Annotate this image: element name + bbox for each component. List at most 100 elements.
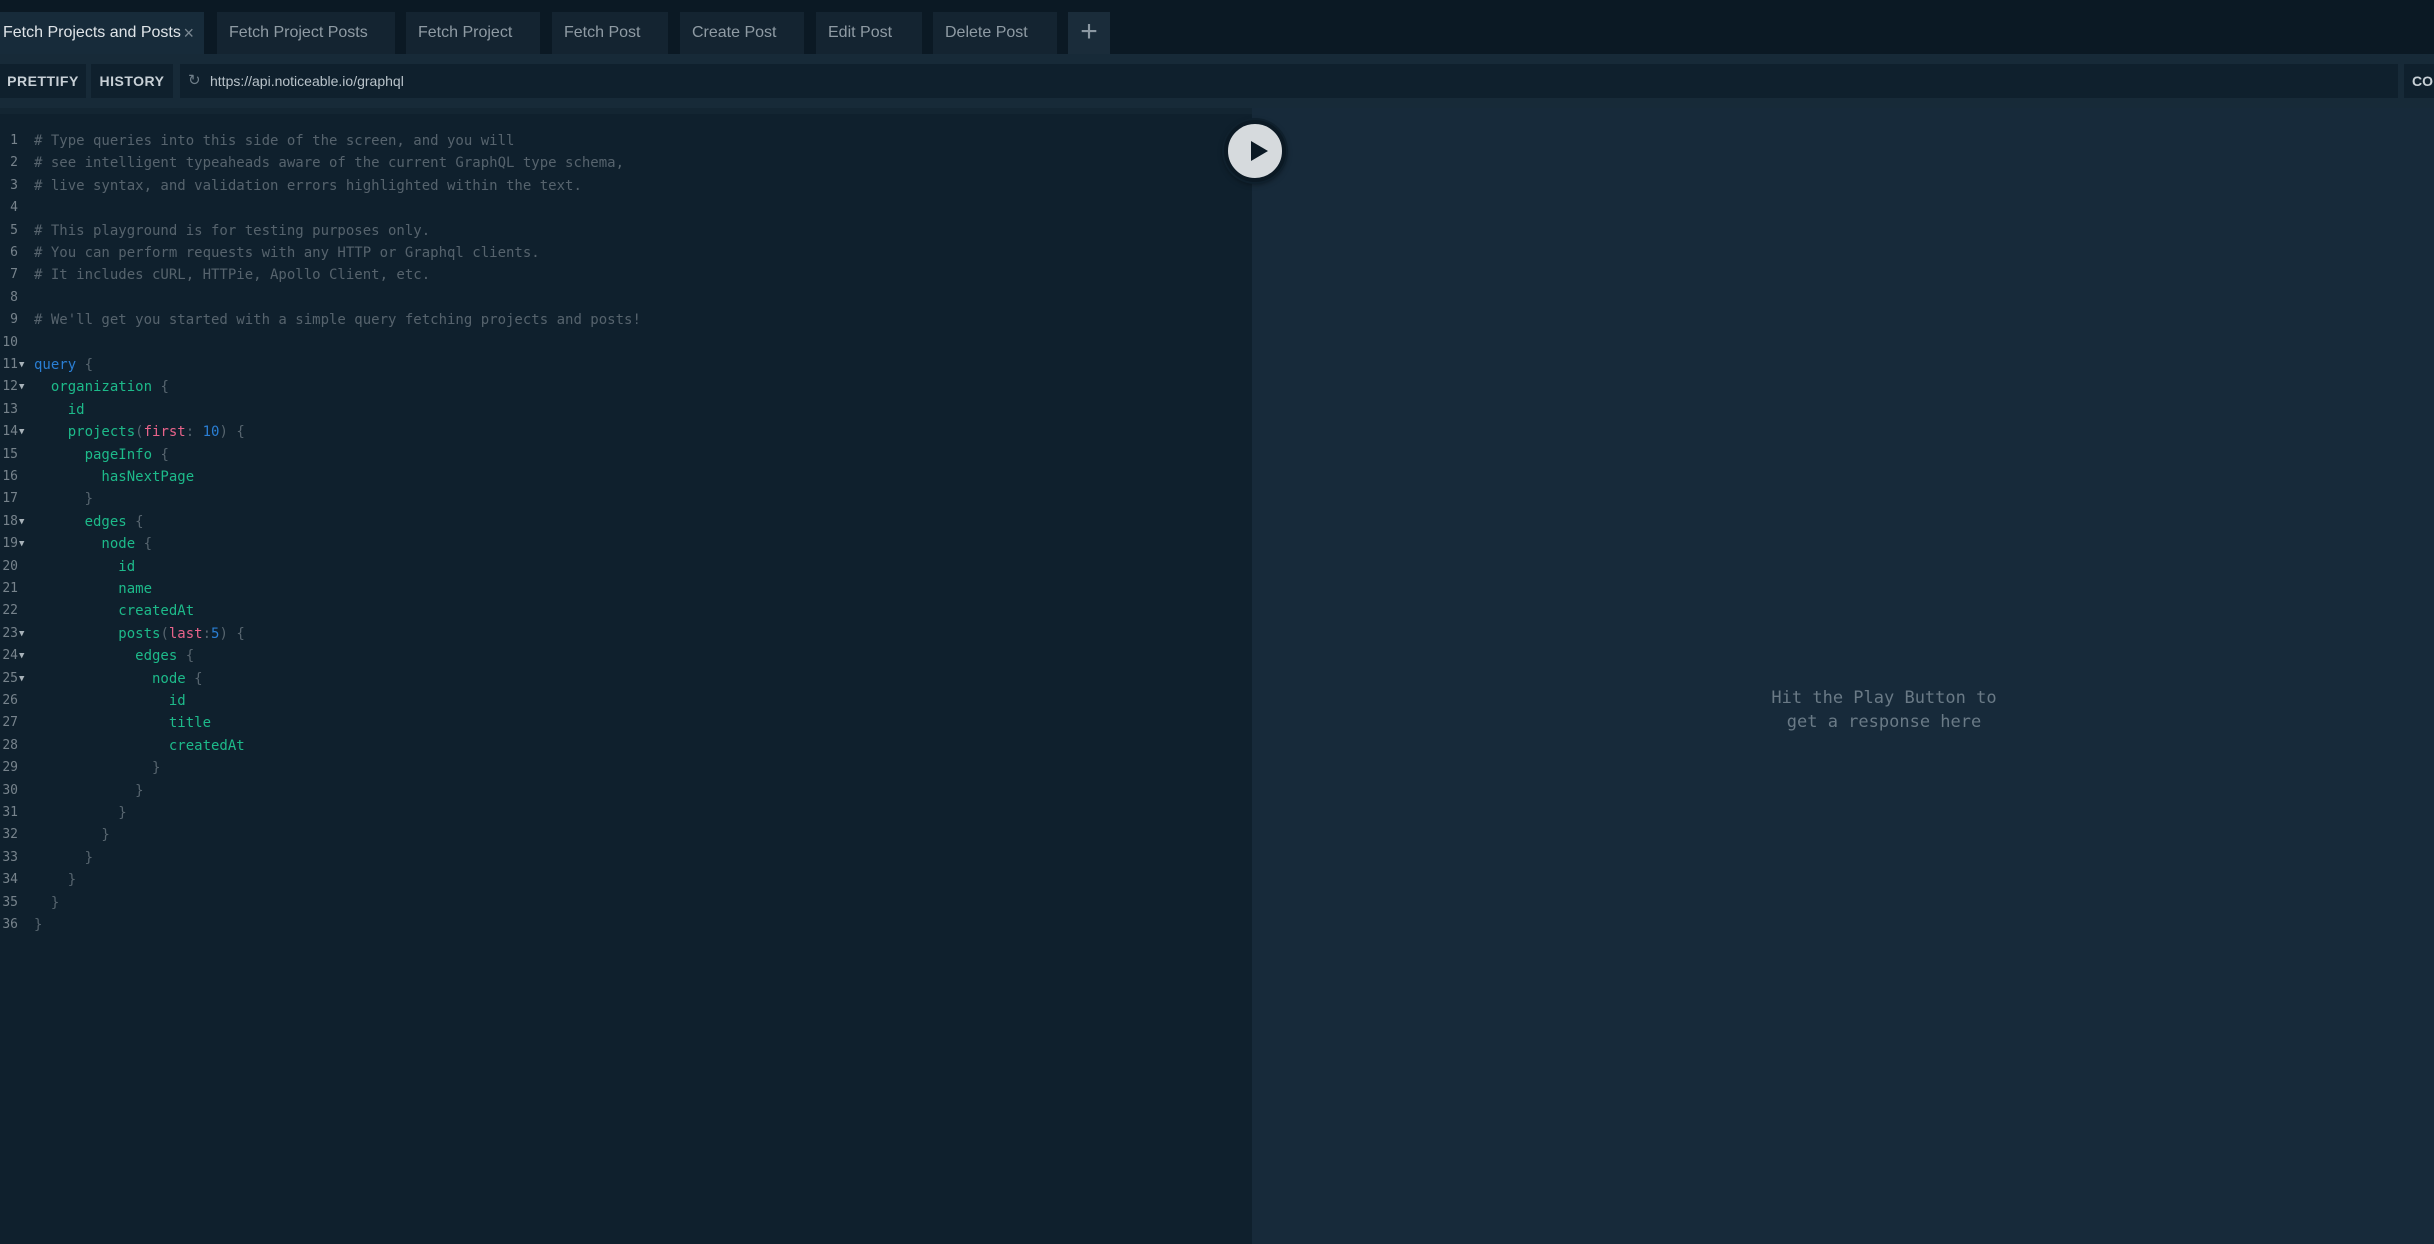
code-text: } — [34, 892, 59, 914]
code-line[interactable]: 34 } — [0, 869, 1252, 891]
line-number: 3 — [10, 177, 18, 193]
code-text: # This playground is for testing purpose… — [34, 220, 430, 242]
code-line[interactable]: 29 } — [0, 757, 1252, 779]
history-button[interactable]: HISTORY — [91, 64, 173, 98]
code-line[interactable]: 35 } — [0, 892, 1252, 914]
fold-arrow-icon[interactable]: ▼ — [19, 645, 24, 667]
tab-delete-post[interactable]: Delete Post — [933, 12, 1057, 54]
code-text: query { — [34, 354, 93, 376]
reload-icon[interactable]: ↻ — [188, 64, 201, 98]
fold-arrow-icon[interactable]: ▼ — [19, 421, 24, 443]
query-editor[interactable]: 1 # Type queries into this side of the sc… — [0, 108, 1252, 1244]
prettify-button[interactable]: PRETTIFY — [0, 64, 86, 98]
tab-label: Fetch Project Posts — [229, 24, 368, 41]
line-number: 32 — [2, 827, 18, 843]
code-token-punct: } — [34, 917, 43, 933]
line-number: 1 — [10, 133, 18, 148]
code-line[interactable]: 36} — [0, 914, 1252, 936]
code-line[interactable]: 2 # see intelligent typeaheads aware of t… — [0, 152, 1252, 174]
code-line[interactable]: 31 } — [0, 802, 1252, 824]
fold-arrow-icon[interactable]: ▼ — [19, 376, 24, 398]
code-token-punct: { — [76, 357, 94, 373]
editor-top-strip — [0, 108, 1252, 114]
code-token-punct: } — [34, 894, 60, 911]
close-icon[interactable]: × — [183, 12, 194, 54]
code-text: } — [34, 869, 76, 891]
code-token-punct: } — [34, 491, 94, 508]
code-line[interactable]: 20 id — [0, 556, 1252, 578]
code-text: # You can perform requests with any HTTP… — [34, 242, 540, 264]
line-number: 2 — [10, 155, 18, 171]
line-number: 20 — [2, 558, 18, 574]
code-line[interactable]: 13 id — [0, 399, 1252, 421]
code-text: id — [34, 399, 85, 421]
tab-edit-post[interactable]: Edit Post — [816, 12, 922, 54]
code-text: id — [34, 556, 135, 578]
code-line[interactable]: 16 hasNextPage — [0, 466, 1252, 488]
code-text: # It includes cURL, HTTPie, Apollo Clien… — [34, 264, 430, 286]
code-line[interactable]: 14 ▼ projects(first: 10) { — [0, 421, 1252, 443]
line-number: 15 — [2, 446, 18, 462]
fold-arrow-icon[interactable]: ▼ — [19, 668, 24, 690]
code-line[interactable]: 19 ▼ node { — [0, 533, 1252, 555]
tab-fetch-projects-and-posts[interactable]: Fetch Projects and Posts × — [0, 12, 204, 54]
fold-arrow-icon[interactable]: ▼ — [19, 623, 24, 645]
code-token-field: edges — [34, 513, 127, 530]
copy-curl-button[interactable]: CO — [2404, 64, 2434, 98]
code-line[interactable]: 15 pageInfo { — [0, 444, 1252, 466]
code-line[interactable]: 28 createdAt — [0, 735, 1252, 757]
code-line[interactable]: 33 } — [0, 847, 1252, 869]
code-line[interactable]: 10 — [0, 332, 1252, 354]
code-text: hasNextPage — [34, 466, 194, 488]
tab-create-post[interactable]: Create Post — [680, 12, 804, 54]
code-line[interactable]: 22 createdAt — [0, 600, 1252, 622]
code-token-field: createdAt — [34, 603, 195, 620]
tab-label: Edit Post — [828, 24, 893, 41]
code-token-punct: } — [34, 849, 94, 866]
line-number: 34 — [2, 872, 18, 888]
code-token-field: projects — [34, 424, 136, 441]
code-line[interactable]: 5 # This playground is for testing purpos… — [0, 220, 1252, 242]
code-token-field: id — [34, 693, 186, 709]
code-token-field: createdAt — [34, 737, 245, 754]
code-line[interactable]: 3 # live syntax, and validation errors hi… — [0, 175, 1252, 197]
code-line[interactable]: 18 ▼ edges { — [0, 511, 1252, 533]
code-line[interactable]: 27 title — [0, 712, 1252, 734]
code-line[interactable]: 24 ▼ edges { — [0, 645, 1252, 667]
code-token-punct: { — [126, 513, 144, 530]
code-line[interactable]: 25 ▼ node { — [0, 668, 1252, 690]
code-line[interactable]: 1 # Type queries into this side of the sc… — [0, 130, 1252, 152]
code-line[interactable]: 21 name — [0, 578, 1252, 600]
tab-fetch-project-posts[interactable]: Fetch Project Posts — [217, 12, 395, 54]
fold-arrow-icon[interactable]: ▼ — [19, 533, 24, 555]
code-token-field: name — [34, 581, 153, 597]
code-token-field: pageInfo — [34, 446, 153, 463]
code-line[interactable]: 9 # We'll get you started with a simple q… — [0, 309, 1252, 331]
endpoint-url-input[interactable]: ↻ https://api.noticeable.io/graphql — [180, 64, 2398, 98]
code-line[interactable]: 11 ▼ query { — [0, 354, 1252, 376]
code-line[interactable]: 17 } — [0, 488, 1252, 510]
code-line[interactable]: 23 ▼ posts(last:5) { — [0, 623, 1252, 645]
code-text: createdAt — [34, 735, 245, 757]
code-line[interactable]: 8 — [0, 287, 1252, 309]
execute-query-button[interactable] — [1224, 120, 1286, 182]
code-line[interactable]: 30 } — [0, 780, 1252, 802]
code-line[interactable]: 7 # It includes cURL, HTTPie, Apollo Clie… — [0, 264, 1252, 286]
tab-fetch-project[interactable]: Fetch Project — [406, 12, 540, 54]
result-placeholder-line: Hit the Play Button to — [1771, 688, 1997, 708]
code-line[interactable]: 6 # You can perform requests with any HTT… — [0, 242, 1252, 264]
line-number: 18 — [2, 513, 18, 529]
tab-fetch-post[interactable]: Fetch Post — [552, 12, 668, 54]
code-token-comment: # We'll get you started with a simple qu… — [34, 312, 641, 329]
line-number: 14 — [2, 424, 18, 440]
code-token-punct: : — [202, 625, 212, 642]
code-line[interactable]: 12 ▼ organization { — [0, 376, 1252, 398]
add-tab-icon[interactable]: + — [1068, 12, 1110, 54]
fold-arrow-icon[interactable]: ▼ — [19, 511, 24, 533]
code-line[interactable]: 32 } — [0, 824, 1252, 846]
code-line[interactable]: 26 id — [0, 690, 1252, 712]
code-token-punct: } — [34, 872, 77, 889]
code-line[interactable]: 4 — [0, 197, 1252, 219]
fold-arrow-icon[interactable]: ▼ — [19, 354, 24, 376]
line-number: 8 — [10, 289, 18, 305]
